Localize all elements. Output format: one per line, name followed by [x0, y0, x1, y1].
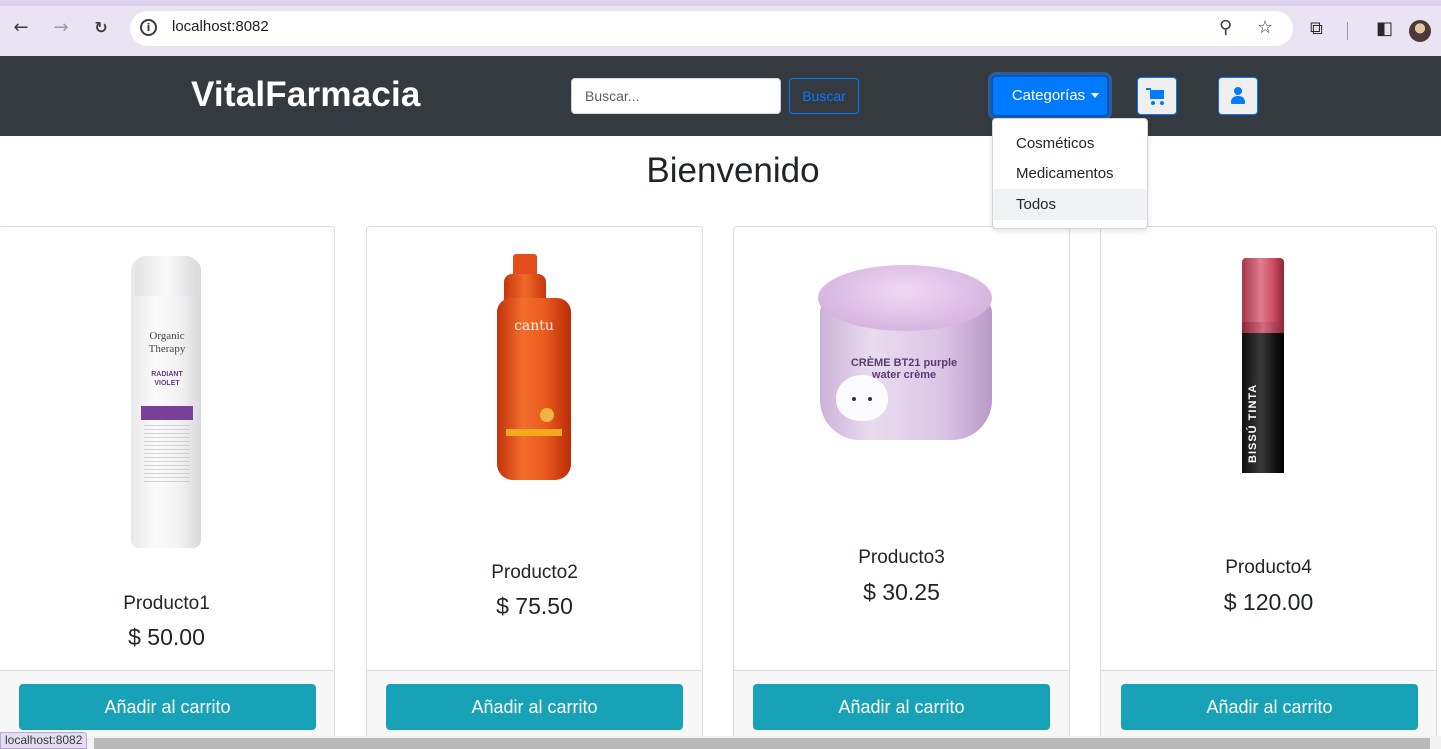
dropdown-item-medicamentos[interactable]: Medicamentos — [993, 158, 1147, 189]
product-name: Producto1 — [123, 593, 210, 614]
product-name: Producto2 — [491, 562, 578, 583]
zoom-icon[interactable]: ⚲ — [1219, 17, 1232, 38]
categories-dropdown-button[interactable]: Categorías — [991, 75, 1109, 117]
product-4-brand-text: BISSÚ TINTA — [1247, 383, 1259, 463]
horizontal-scrollbar-thumb[interactable] — [94, 738, 1430, 749]
product-price: $ 75.50 — [496, 593, 573, 619]
address-bar[interactable]: i localhost:8082 ⚲ ☆ — [130, 11, 1293, 46]
categories-label: Categorías — [1011, 87, 1086, 104]
product-name: Producto4 — [1225, 557, 1312, 578]
search-input[interactable] — [571, 78, 781, 114]
url-text: localhost:8082 — [172, 18, 269, 35]
product-price: $ 120.00 — [1223, 589, 1314, 615]
status-bar-url: localhost:8082 — [0, 732, 88, 749]
bookmark-star-icon[interactable]: ☆ — [1257, 17, 1273, 38]
product-price: $ 50.00 — [128, 624, 205, 650]
dropdown-item-todos[interactable]: Todos — [993, 189, 1147, 220]
extensions-puzzle-icon[interactable]: ⧉ — [1310, 18, 1323, 39]
add-to-cart-button[interactable]: Añadir al carrito — [1121, 684, 1418, 730]
site-info-icon[interactable]: i — [140, 19, 157, 36]
side-panel-icon[interactable]: ◧ — [1376, 18, 1393, 39]
add-to-cart-button[interactable]: Añadir al carrito — [753, 684, 1050, 730]
add-to-cart-button[interactable]: Añadir al carrito — [386, 684, 683, 730]
product-1-label-text: RADIANT VIOLET — [151, 371, 183, 387]
reload-icon[interactable]: ↻ — [89, 16, 113, 40]
add-to-cart-button[interactable]: Añadir al carrito — [19, 684, 316, 730]
product-name: Producto3 — [858, 547, 945, 568]
page-title: Bienvenido — [646, 151, 820, 190]
search-button[interactable]: Buscar — [789, 78, 859, 114]
user-button[interactable] — [1218, 77, 1258, 115]
browser-toolbar: ← → ↻ i localhost:8082 ⚲ ☆ ⧉ ◧ — [0, 0, 1441, 56]
back-arrow-icon[interactable]: ← — [9, 16, 33, 40]
product-price: $ 30.25 — [863, 579, 940, 605]
categories-dropdown-menu: Cosméticos Medicamentos Todos — [992, 118, 1148, 229]
forward-arrow-icon[interactable]: → — [49, 16, 73, 40]
toolbar-divider — [1347, 22, 1348, 40]
cart-button[interactable] — [1137, 77, 1177, 115]
site-navbar: VitalFarmacia Buscar Categorías — [0, 56, 1441, 136]
product-1-brand-text: Organic Therapy — [148, 330, 186, 355]
profile-avatar[interactable] — [1409, 20, 1431, 42]
brand-logo[interactable]: VitalFarmacia — [191, 75, 421, 115]
caret-down-icon — [1091, 93, 1100, 98]
dropdown-item-cosmeticos[interactable]: Cosméticos — [993, 128, 1147, 159]
product-2-brand-text: cantu — [514, 318, 554, 334]
